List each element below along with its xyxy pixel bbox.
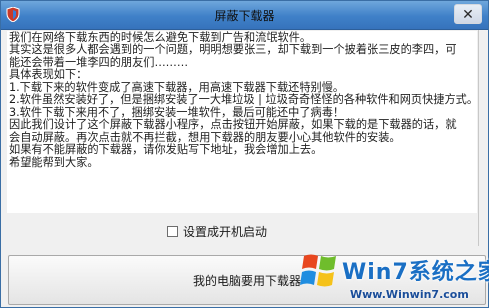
windows-logo-icon bbox=[300, 248, 340, 294]
description-line: 因此我们设计了这个屏蔽下载器小程序，点击按钮开始屏蔽，如果下载的是下载器的话，就 bbox=[9, 118, 457, 132]
description-line: 希望能帮到大家。 bbox=[9, 155, 99, 169]
autostart-option[interactable]: 设置成开机启动 bbox=[167, 223, 267, 239]
description-line: 如果有不能屏蔽的下载器，请你发贴写下地址，我会增加上去。 bbox=[9, 143, 323, 157]
divider bbox=[478, 30, 479, 246]
watermark-url: Www.Winwin7.com bbox=[350, 288, 469, 301]
autostart-checkbox[interactable] bbox=[167, 225, 178, 237]
window-title: 屏蔽下载器 bbox=[214, 9, 275, 23]
close-button[interactable]: ✕ bbox=[454, 4, 482, 24]
watermark: Win7系统之家 Www.Winwin7.com bbox=[300, 248, 489, 306]
close-icon: ✕ bbox=[462, 7, 474, 23]
watermark-brand: Win7系统之家 bbox=[342, 260, 489, 285]
description-text-area[interactable]: 我们在网络下载东西的时候怎么避免下载到广告和流氓软件。 其实这是很多人都会遇到的一… bbox=[7, 31, 477, 213]
description-line: 2.软件虽然安装好了，但是捆绑安装了一大堆垃圾 | 垃圾奇奇怪怪的各种软件和网页… bbox=[9, 93, 477, 107]
toggle-downloader-label: 我的电脑要用下载器 bbox=[192, 273, 301, 288]
autostart-label: 设置成开机启动 bbox=[183, 224, 268, 239]
description-line: 具体表现如下： bbox=[9, 68, 88, 82]
title-bar[interactable]: 屏蔽下载器 ✕ bbox=[1, 1, 488, 30]
